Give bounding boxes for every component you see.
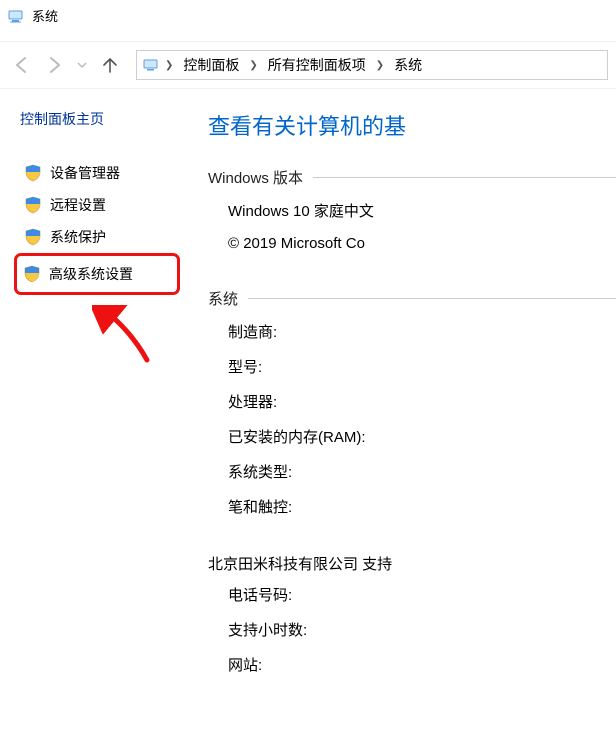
system-row-manufacturer: 制造商: bbox=[228, 321, 616, 342]
support-row-phone: 电话号码: bbox=[228, 584, 616, 605]
main: 查看有关计算机的基 Windows 版本 Windows 10 家庭中文 © 2… bbox=[190, 109, 616, 689]
nav-forward-icon bbox=[40, 51, 68, 79]
sidebar-item-label: 设备管理器 bbox=[50, 163, 120, 183]
support-row-hours: 支持小时数: bbox=[228, 619, 616, 640]
section-support: 电话号码: 支持小时数: 网站: bbox=[208, 584, 616, 675]
nav-up-icon[interactable] bbox=[96, 51, 124, 79]
window-title: 系统 bbox=[32, 6, 58, 25]
windows-copyright-line: © 2019 Microsoft Co bbox=[228, 235, 616, 252]
sidebar-home-link[interactable]: 控制面板主页 bbox=[20, 109, 190, 129]
support-row-website: 网站: bbox=[228, 654, 616, 675]
section-windows-edition: Windows 版本 Windows 10 家庭中文 © 2019 Micros… bbox=[208, 167, 616, 266]
section-legend: 系统 bbox=[208, 288, 248, 309]
breadcrumb-item-all-items[interactable]: 所有控制面板项 bbox=[262, 51, 372, 79]
annotation-highlight: 高级系统设置 bbox=[14, 253, 180, 295]
system-row-model: 型号: bbox=[228, 356, 616, 377]
breadcrumb[interactable]: ❯ 控制面板 ❯ 所有控制面板项 ❯ 系统 bbox=[136, 50, 608, 80]
chevron-right-icon[interactable]: ❯ bbox=[247, 60, 259, 71]
breadcrumb-item-system[interactable]: 系统 bbox=[388, 51, 428, 79]
chevron-right-icon[interactable]: ❯ bbox=[374, 60, 386, 71]
system-row-ram: 已安装的内存(RAM): bbox=[228, 426, 616, 447]
system-icon bbox=[8, 7, 26, 25]
support-company-line: 北京田米科技有限公司 支持 bbox=[208, 553, 616, 574]
titlebar: 系统 bbox=[0, 0, 616, 31]
shield-icon bbox=[24, 196, 42, 214]
nav-back-icon bbox=[8, 51, 36, 79]
content: 控制面板主页 设备管理器 远程设置 bbox=[0, 89, 616, 689]
sidebar-item-device-manager[interactable]: 设备管理器 bbox=[20, 157, 190, 189]
section-system: 系统 制造商: 型号: 处理器: 已安装的内存(RAM): 系统类型: 笔和触控… bbox=[208, 288, 616, 531]
sidebar-item-system-protection[interactable]: 系统保护 bbox=[20, 221, 190, 253]
sidebar-item-label: 系统保护 bbox=[50, 227, 106, 247]
breadcrumb-item-control-panel[interactable]: 控制面板 bbox=[177, 51, 245, 79]
nav-recent-dropdown-icon[interactable] bbox=[72, 51, 92, 79]
system-row-pen-touch: 笔和触控: bbox=[228, 496, 616, 517]
windows-edition-line: Windows 10 家庭中文 bbox=[228, 200, 616, 221]
navbar: ❯ 控制面板 ❯ 所有控制面板项 ❯ 系统 bbox=[0, 41, 616, 89]
system-row-type: 系统类型: bbox=[228, 461, 616, 482]
sidebar-item-label: 远程设置 bbox=[50, 195, 106, 215]
page-heading: 查看有关计算机的基 bbox=[208, 109, 616, 141]
chevron-right-icon[interactable]: ❯ bbox=[163, 60, 175, 71]
shield-icon bbox=[23, 265, 41, 283]
breadcrumb-root-icon[interactable] bbox=[143, 56, 161, 74]
sidebar: 控制面板主页 设备管理器 远程设置 bbox=[0, 109, 190, 689]
section-legend: Windows 版本 bbox=[208, 167, 313, 188]
shield-icon bbox=[24, 164, 42, 182]
system-row-processor: 处理器: bbox=[228, 391, 616, 412]
sidebar-item-remote-settings[interactable]: 远程设置 bbox=[20, 189, 190, 221]
sidebar-item-advanced-settings[interactable]: 高级系统设置 bbox=[19, 258, 175, 290]
shield-icon bbox=[24, 228, 42, 246]
sidebar-item-label: 高级系统设置 bbox=[49, 264, 133, 284]
